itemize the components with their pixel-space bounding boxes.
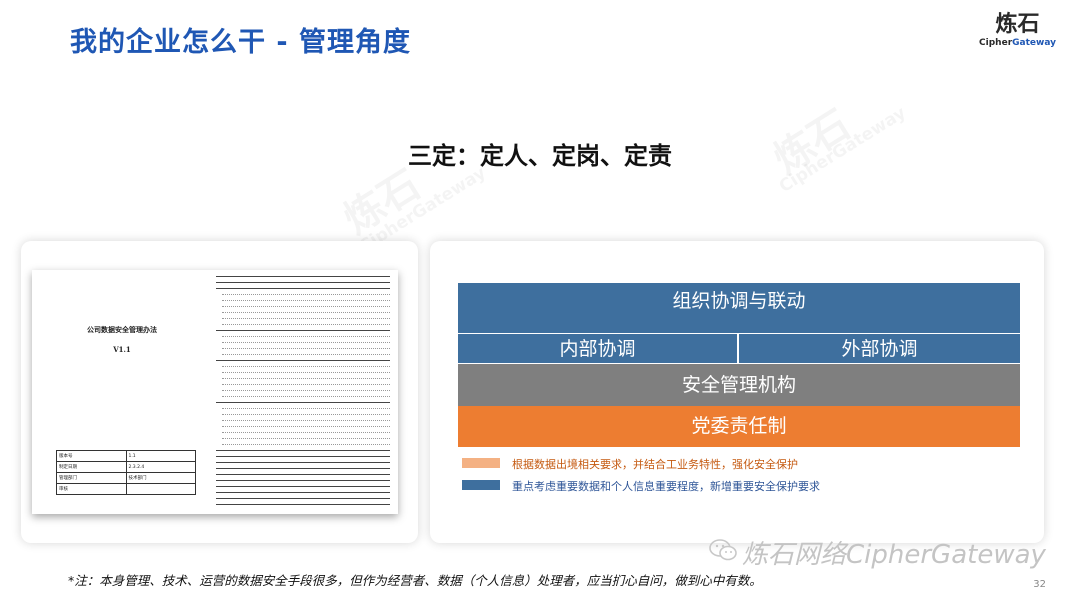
toc-line xyxy=(216,476,390,481)
toc-line xyxy=(222,296,390,301)
page-number: 32 xyxy=(1033,579,1046,590)
document-version: V1.1 xyxy=(113,345,131,354)
toc-line xyxy=(222,410,390,415)
toc-line xyxy=(222,290,390,295)
page-title: 我的企业怎么干 - 管理角度 xyxy=(70,27,412,58)
toc-line xyxy=(216,452,390,457)
wechat-icon xyxy=(709,539,737,561)
org-external-bar: 外部协调 xyxy=(739,333,1020,363)
toc-line xyxy=(222,368,390,373)
toc-line xyxy=(216,398,390,403)
wechat-watermark: 炼石网络CipherGateway xyxy=(742,540,1046,570)
toc-line xyxy=(222,386,390,391)
document-thumbnail: 公司数据安全管理办法 V1.1 版本号 1.1 制定日期 2.3.2.4 管理部门技… xyxy=(32,270,398,514)
toc-line xyxy=(222,362,390,367)
toc-line xyxy=(222,404,390,409)
toc-line xyxy=(216,326,390,331)
toc-line xyxy=(216,458,390,463)
org-internal-bar: 内部协调 xyxy=(458,333,738,363)
toc-line xyxy=(216,500,390,505)
toc-line xyxy=(222,434,390,439)
org-party-bar: 党委责任制 xyxy=(458,406,1020,447)
toc-line xyxy=(216,356,390,361)
toc-line xyxy=(222,314,390,319)
org-management-bar: 安全管理机构 xyxy=(458,364,1020,406)
toc-line xyxy=(222,380,390,385)
subtitle: 三定：定人、定岗、定责 xyxy=(408,142,672,170)
legend-swatch-blue xyxy=(462,480,500,490)
toc-line xyxy=(222,416,390,421)
legend-text-orange: 根据数据出境相关要求，并结合工业务特性，强化安全保护 xyxy=(512,458,798,471)
toc-line xyxy=(222,338,390,343)
toc-line xyxy=(222,332,390,337)
toc-line xyxy=(216,278,390,283)
toc-line xyxy=(222,344,390,349)
toc-line xyxy=(216,470,390,475)
toc-line xyxy=(222,308,390,313)
toc-line xyxy=(216,494,390,499)
toc-line xyxy=(222,428,390,433)
logo-en: CipherGateway xyxy=(979,38,1056,48)
toc-line xyxy=(222,392,390,397)
toc-line xyxy=(222,320,390,325)
toc-line xyxy=(216,482,390,487)
toc-line xyxy=(222,374,390,379)
toc-line xyxy=(216,284,390,289)
document-meta-table: 版本号 1.1 制定日期 2.3.2.4 管理部门 技术部门 审核 xyxy=(56,450,196,495)
toc-line xyxy=(222,440,390,445)
footnote: *注：本身管理、技术、运营的数据安全手段很多，但作为经营者、数据（个人信息）处理… xyxy=(68,573,762,588)
legend-swatch-orange xyxy=(462,458,500,468)
toc-line xyxy=(222,422,390,427)
document-toc xyxy=(216,272,392,512)
toc-line xyxy=(216,488,390,493)
document-cover: 公司数据安全管理办法 V1.1 版本号 1.1 制定日期 2.3.2.4 管理部门技… xyxy=(32,270,212,514)
document-title: 公司数据安全管理办法 xyxy=(87,325,157,334)
org-coordination-bar: 组织协调与联动 xyxy=(458,283,1020,333)
toc-line xyxy=(216,446,390,451)
toc-line xyxy=(222,302,390,307)
logo: 炼石 CipherGateway xyxy=(979,12,1056,48)
legend-text-blue: 重点考虑重要数据和个人信息重要程度，新增重要安全保护要求 xyxy=(512,480,820,493)
toc-line xyxy=(216,272,390,277)
logo-cn: 炼石 xyxy=(995,12,1040,37)
toc-line xyxy=(216,464,390,469)
toc-line xyxy=(222,350,390,355)
